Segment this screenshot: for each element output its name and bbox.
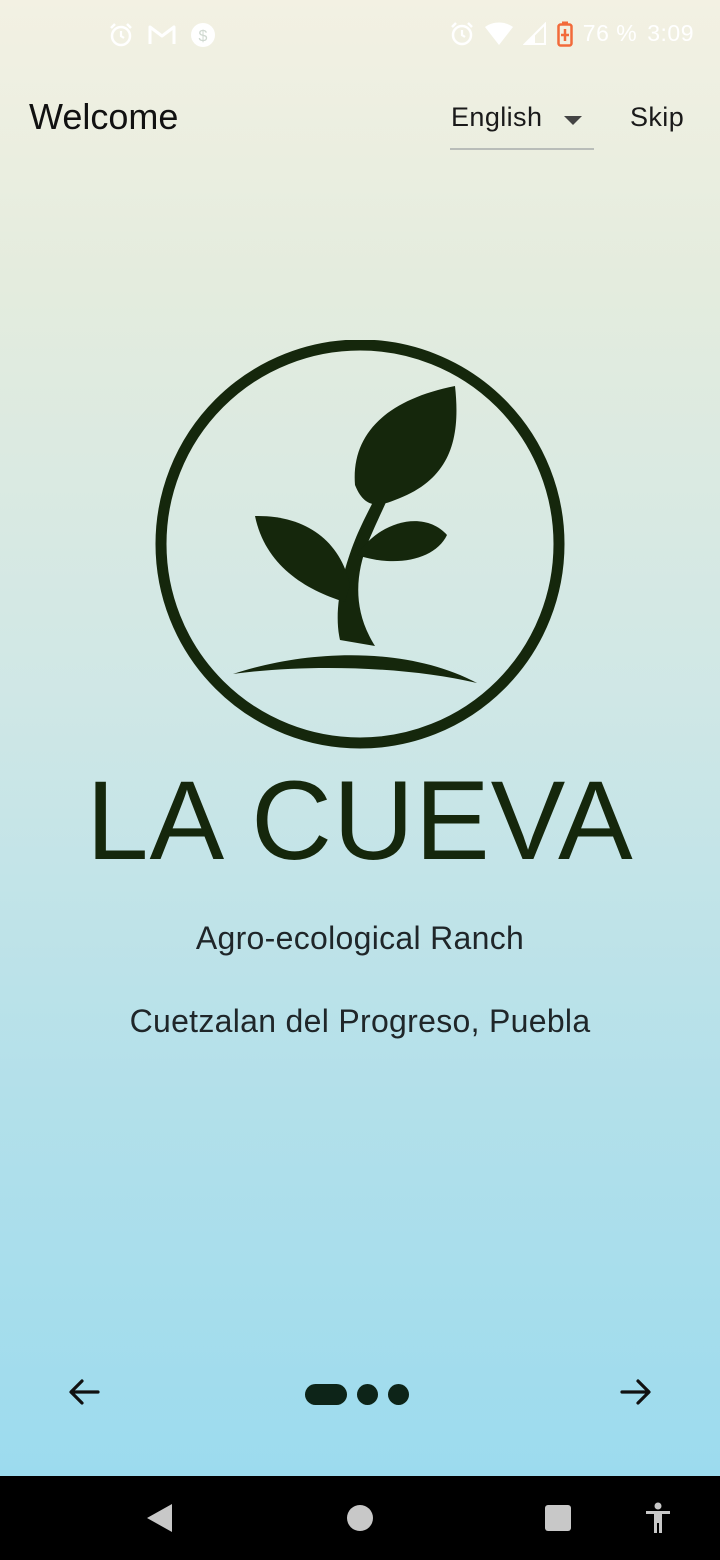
arrow-left-icon[interactable] [64,1372,104,1412]
battery-charging-icon [557,21,573,47]
back-icon[interactable] [144,1502,174,1534]
sprout-logo-icon [155,340,565,749]
app-header: Welcome English Skip [0,88,720,158]
brand-location: Cuetzalan del Progreso, Puebla [129,1003,591,1039]
accessibility-icon[interactable] [644,1502,672,1534]
page-title: Welcome [29,96,179,137]
system-nav-bar [0,1476,720,1560]
arrow-right-icon[interactable] [616,1372,656,1412]
gmail-icon [148,25,176,44]
language-selected: English [451,102,543,132]
recents-icon[interactable] [544,1504,572,1532]
brand-subtitle: Agro-ecological Ranch [195,920,525,956]
language-dropdown[interactable]: English [450,96,594,150]
page-dot-active [305,1384,347,1405]
status-bar-system: 76 % 3:09 [449,20,694,47]
signal-icon [522,21,546,45]
page-indicator [305,1384,409,1405]
alarm-icon [110,23,132,47]
skip-button[interactable]: Skip [630,102,684,133]
alarm-icon [450,21,473,45]
brand-name: LA CUEVA [86,758,634,883]
dollar-circle-icon: $ [191,23,215,47]
wifi-icon [484,22,513,45]
caret-down-icon [564,116,582,125]
status-bar-notifications: $ [108,22,216,48]
clock: 3:09 [647,20,694,46]
svg-text:$: $ [199,28,208,45]
battery-percent: 76 % [582,20,638,46]
status-bar: $ 76 % 3:09 [0,0,720,72]
home-icon[interactable] [346,1504,374,1532]
page-dot [388,1384,409,1405]
page-dot [357,1384,378,1405]
